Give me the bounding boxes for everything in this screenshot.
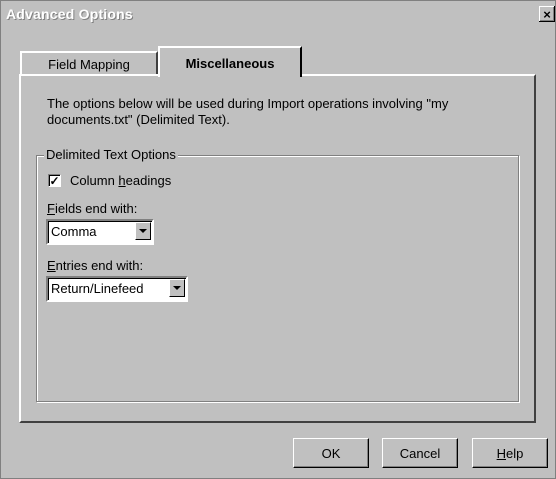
entries-end-label: Entries end with: (47, 258, 143, 273)
label-part: elp (506, 445, 524, 461)
entries-end-dropdown-button[interactable] (169, 279, 185, 297)
column-headings-option[interactable]: ✓ Column headings (48, 173, 171, 188)
column-headings-label[interactable]: Column headings (70, 173, 171, 188)
help-label: Help (497, 446, 524, 461)
ok-label: OK (321, 445, 341, 461)
cancel-button[interactable]: Cancel (382, 438, 458, 468)
chevron-down-icon (139, 229, 147, 233)
title-bar: Advanced Options × (3, 3, 555, 27)
tab-miscellaneous-label: Miscellaneous (185, 56, 275, 71)
close-icon: × (543, 6, 551, 22)
label-part: Column (70, 173, 119, 188)
label-mnemonic: H (496, 445, 507, 461)
label-part: ntries end with: (55, 258, 144, 273)
label-part: ields end with: (54, 201, 138, 216)
fields-end-label: Fields end with: (47, 201, 137, 216)
chevron-down-icon (173, 286, 181, 290)
label-mnemonic: h (118, 173, 126, 188)
tab-field-mapping[interactable]: Field Mapping (20, 51, 158, 75)
label-mnemonic: E (47, 258, 56, 273)
label-mnemonic: F (47, 201, 55, 216)
description-text: The options below will be used during Im… (47, 96, 449, 127)
checkmark-icon: ✓ (49, 173, 60, 188)
help-button[interactable]: Help (472, 438, 548, 468)
tab-miscellaneous[interactable]: Miscellaneous (158, 46, 302, 77)
tab-field-mapping-label: Field Mapping (48, 57, 130, 72)
entries-end-value: Return/Linefeed (51, 281, 144, 296)
group-title: Delimited Text Options (44, 147, 178, 162)
close-button[interactable]: × (539, 6, 555, 22)
fields-end-value: Comma (51, 224, 97, 239)
entries-end-dropdown[interactable]: Return/Linefeed (46, 276, 188, 302)
column-headings-checkbox[interactable]: ✓ (48, 174, 61, 187)
ok-button[interactable]: OK (293, 438, 369, 468)
dialog-title: Advanced Options (6, 6, 133, 22)
cancel-label: Cancel (399, 445, 441, 461)
fields-end-dropdown[interactable]: Comma (46, 219, 154, 245)
label-part: eadings (125, 173, 172, 188)
fields-end-dropdown-button[interactable] (135, 222, 151, 240)
